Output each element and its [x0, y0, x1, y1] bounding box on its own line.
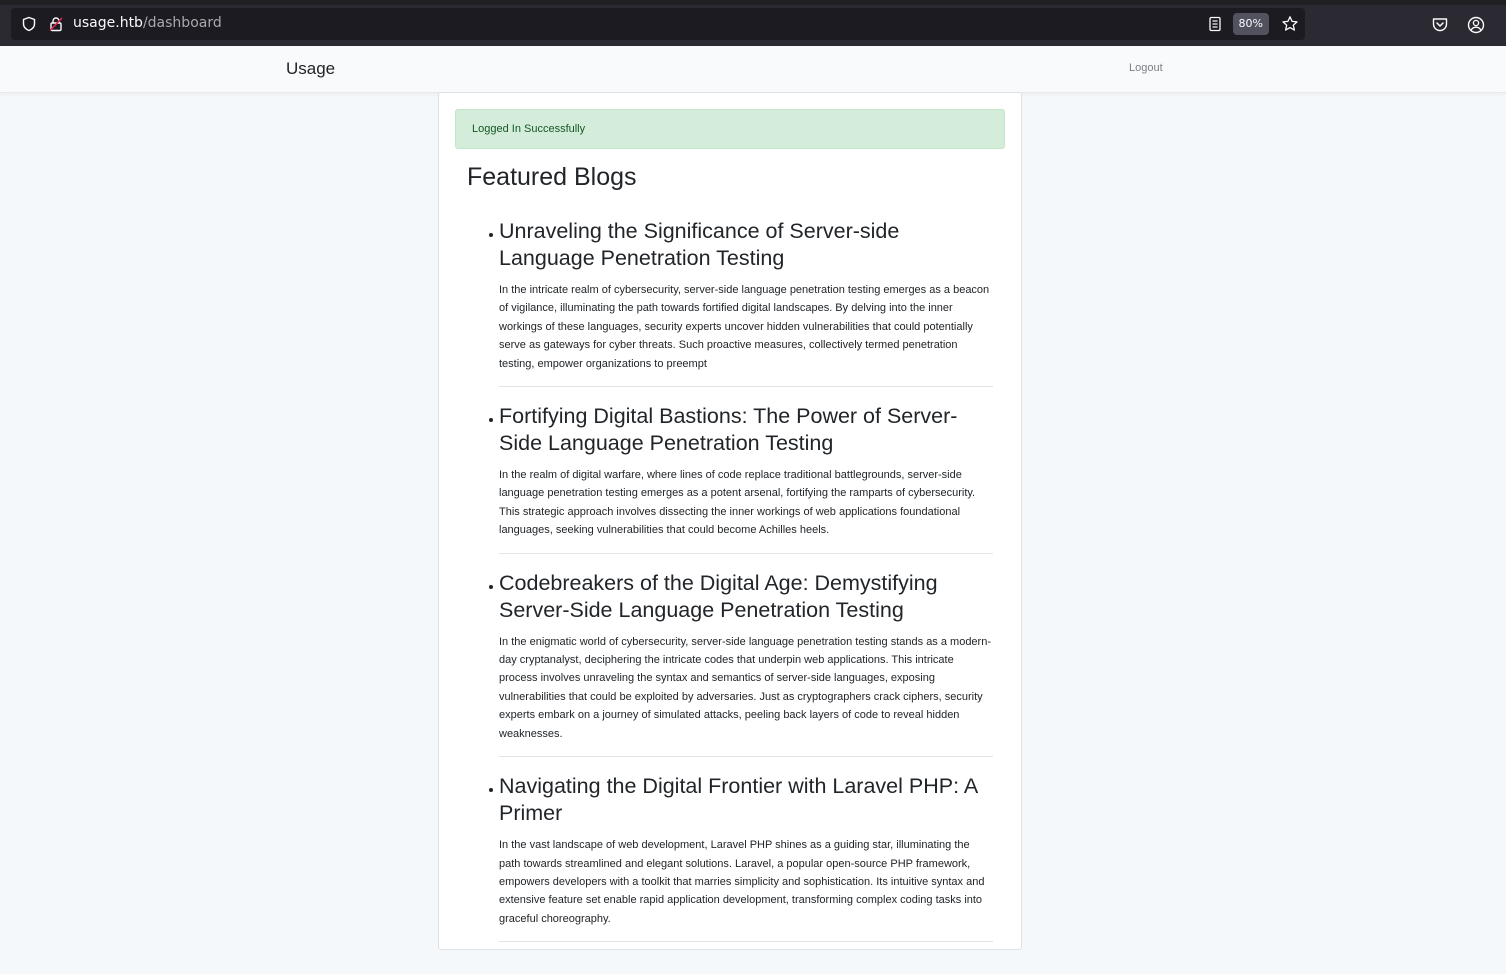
pocket-icon[interactable]: [1431, 16, 1449, 34]
blog-item: Fortifying Digital Bastions: The Power o…: [489, 403, 993, 554]
blog-title: Fortifying Digital Bastions: The Power o…: [499, 404, 958, 456]
browser-toolbar: usage.htb/dashboard 80%: [0, 5, 1506, 46]
site-navbar: Usage Logout: [0, 46, 1506, 93]
blog-item: Unraveling the Significance of Server-si…: [489, 218, 993, 388]
shield-icon[interactable]: [21, 16, 37, 32]
dashboard-card: Logged In Successfully Featured Blogs Un…: [438, 92, 1022, 950]
url-path: /dashboard: [142, 15, 222, 31]
blog-title: Unraveling the Significance of Server-si…: [499, 219, 900, 270]
account-icon[interactable]: [1467, 16, 1485, 34]
address-bar[interactable]: usage.htb/dashboard 80%: [11, 8, 1305, 40]
bookmark-star-icon[interactable]: [1281, 15, 1299, 33]
insecure-lock-icon[interactable]: [48, 16, 64, 32]
blog-list: Unraveling the Significance of Server-si…: [489, 218, 993, 958]
success-alert: Logged In Successfully: [455, 109, 1005, 149]
blog-excerpt: In the intricate realm of cybersecurity,…: [499, 284, 990, 370]
url-host: usage.htb: [73, 15, 143, 31]
page-title: Featured Blogs: [467, 163, 637, 191]
reader-view-icon[interactable]: [1207, 16, 1223, 32]
url-text[interactable]: usage.htb/dashboard: [73, 15, 222, 31]
brand-link[interactable]: Usage: [286, 59, 335, 79]
blog-item: Codebreakers of the Digital Age: Demysti…: [489, 570, 993, 758]
blog-excerpt: In the realm of digital warfare, where l…: [499, 469, 976, 537]
blog-item: Navigating the Digital Frontier with Lar…: [489, 773, 993, 943]
zoom-level-button[interactable]: 80%: [1232, 13, 1269, 35]
blog-excerpt: In the enigmatic world of cybersecurity,…: [499, 635, 991, 740]
blog-title: Navigating the Digital Frontier with Lar…: [499, 774, 978, 826]
blog-title: Codebreakers of the Digital Age: Demysti…: [499, 570, 938, 622]
logout-link[interactable]: Logout: [1129, 62, 1163, 74]
blog-excerpt: In the vast landscape of web development…: [499, 839, 985, 925]
